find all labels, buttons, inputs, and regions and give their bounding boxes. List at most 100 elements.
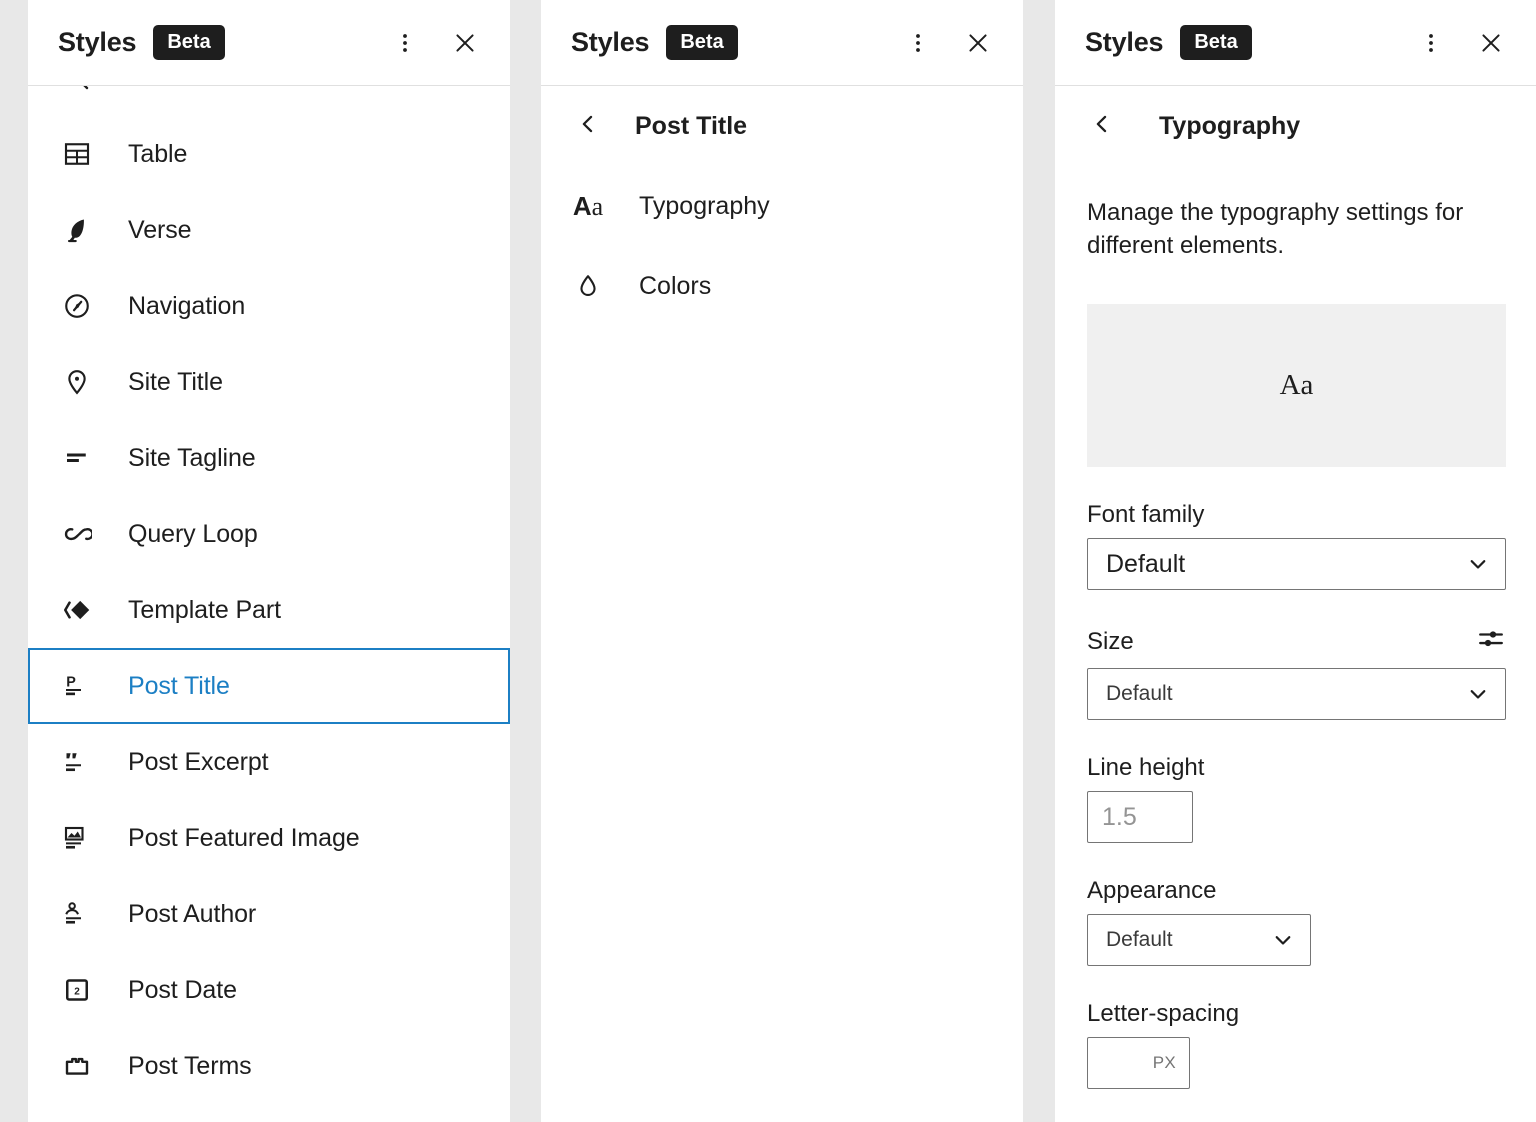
close-panel-button[interactable]	[955, 20, 1001, 66]
menu-row-typography[interactable]: Aa Typography	[541, 166, 1023, 246]
block-item-label: Post Featured Image	[128, 824, 360, 853]
close-panel-button[interactable]	[1468, 20, 1514, 66]
block-item-label: Post Excerpt	[128, 748, 269, 777]
font-size-value: Default	[1106, 682, 1465, 706]
post-title-body: Post Title Aa Typography Colors	[541, 86, 1023, 1122]
site-tagline-icon	[60, 441, 94, 475]
chevron-down-icon	[1270, 927, 1296, 953]
menu-row-label: Colors	[639, 272, 711, 301]
blocks-list: Search Table	[28, 86, 510, 1104]
close-icon	[451, 29, 479, 57]
panel-header-blocks: Styles Beta	[28, 0, 510, 86]
line-height-input[interactable]: 1.5	[1087, 791, 1193, 843]
post-featured-image-icon	[60, 821, 94, 855]
block-item-label: Search	[128, 86, 207, 93]
more-options-button[interactable]	[895, 20, 941, 66]
block-item-post-terms[interactable]: Post Terms	[28, 1028, 510, 1104]
block-item-post-title[interactable]: P Post Title	[28, 648, 510, 724]
block-item-label: Table	[128, 140, 187, 169]
block-item-label: Query Loop	[128, 520, 258, 549]
chevron-down-icon	[1465, 681, 1491, 707]
menu-row-label: Typography	[639, 192, 770, 221]
close-panel-button[interactable]	[442, 20, 488, 66]
block-item-search[interactable]: Search	[28, 86, 510, 116]
block-item-site-tagline[interactable]: Site Tagline	[28, 420, 510, 496]
typography-subnav-header: Typography	[1055, 86, 1536, 166]
chevron-left-icon	[1089, 111, 1115, 142]
appearance-value: Default	[1106, 928, 1270, 952]
page-title: Styles	[1085, 27, 1163, 58]
letter-spacing-input[interactable]: PX	[1087, 1037, 1190, 1089]
block-item-label: Navigation	[128, 292, 245, 321]
block-item-label: Verse	[128, 216, 191, 245]
color-drop-icon	[571, 269, 605, 303]
styles-three-panel-screen: Styles Beta	[0, 0, 1536, 1122]
font-size-label-row: Size	[1087, 624, 1506, 659]
block-item-verse[interactable]: Verse	[28, 192, 510, 268]
back-button[interactable]	[1085, 109, 1119, 143]
more-options-button[interactable]	[382, 20, 428, 66]
back-button[interactable]	[571, 109, 605, 143]
post-title-subnav-header: Post Title	[541, 86, 1023, 166]
close-icon	[1477, 29, 1505, 57]
more-options-icon	[393, 31, 417, 55]
chevron-down-icon	[1465, 551, 1491, 577]
beta-badge: Beta	[1180, 25, 1251, 60]
panel-header-typography: Styles Beta	[1055, 0, 1536, 86]
typography-body: Typography Manage the typography setting…	[1055, 86, 1536, 1122]
font-size-label: Size	[1087, 628, 1134, 656]
appearance-label: Appearance	[1087, 877, 1506, 905]
block-item-navigation[interactable]: Navigation	[28, 268, 510, 344]
block-item-post-date[interactable]: 2 Post Date	[28, 952, 510, 1028]
block-item-label: Post Date	[128, 976, 237, 1005]
block-item-post-featured-image[interactable]: Post Featured Image	[28, 800, 510, 876]
post-excerpt-icon	[60, 745, 94, 779]
block-item-post-excerpt[interactable]: Post Excerpt	[28, 724, 510, 800]
block-item-template-part[interactable]: Template Part	[28, 572, 510, 648]
block-item-post-author[interactable]: Post Author	[28, 876, 510, 952]
more-options-button[interactable]	[1408, 20, 1454, 66]
post-author-icon	[60, 897, 94, 931]
styles-typography-panel: Styles Beta	[1055, 0, 1536, 1122]
block-item-label: Site Tagline	[128, 444, 256, 473]
more-options-icon	[1419, 31, 1443, 55]
verse-icon	[60, 213, 94, 247]
block-item-label: Site Title	[128, 368, 223, 397]
post-terms-icon	[60, 1049, 94, 1083]
block-item-label: Post Author	[128, 900, 256, 929]
navigation-icon	[60, 289, 94, 323]
block-item-site-title[interactable]: Site Title	[28, 344, 510, 420]
block-item-label: Template Part	[128, 596, 281, 625]
line-height-label: Line height	[1087, 754, 1506, 782]
styles-blocks-panel: Styles Beta	[28, 0, 510, 1122]
font-size-select[interactable]: Default	[1087, 668, 1506, 720]
close-icon	[964, 29, 992, 57]
line-height-field: Line height 1.5	[1087, 754, 1506, 843]
panel-header-post-title: Styles Beta	[541, 0, 1023, 86]
block-item-table[interactable]: Table	[28, 116, 510, 192]
block-item-label: Post Terms	[128, 1052, 252, 1081]
beta-badge: Beta	[666, 25, 737, 60]
query-loop-icon	[60, 517, 94, 551]
page-title: Styles	[571, 27, 649, 58]
post-title-icon: P	[60, 669, 94, 703]
svg-text:2: 2	[74, 987, 80, 998]
font-family-select[interactable]: Default	[1087, 538, 1506, 590]
post-date-icon: 2	[60, 973, 94, 1007]
template-part-icon	[60, 593, 94, 627]
font-family-value: Default	[1106, 550, 1465, 579]
site-title-icon	[60, 365, 94, 399]
font-family-field: Font family Default	[1087, 501, 1506, 590]
block-item-label: Post Title	[128, 672, 230, 701]
blocks-list-scroll[interactable]: Search Table	[28, 86, 510, 1122]
table-icon	[60, 137, 94, 171]
block-item-query-loop[interactable]: Query Loop	[28, 496, 510, 572]
svg-text:P: P	[66, 674, 76, 690]
styles-post-title-panel: Styles Beta	[541, 0, 1023, 1122]
menu-row-colors[interactable]: Colors	[541, 246, 1023, 326]
sliders-settings-icon[interactable]	[1476, 624, 1506, 659]
page-title: Styles	[58, 27, 136, 58]
font-family-label: Font family	[1087, 501, 1506, 529]
appearance-select[interactable]: Default	[1087, 914, 1311, 966]
letter-spacing-unit: PX	[1153, 1053, 1176, 1073]
